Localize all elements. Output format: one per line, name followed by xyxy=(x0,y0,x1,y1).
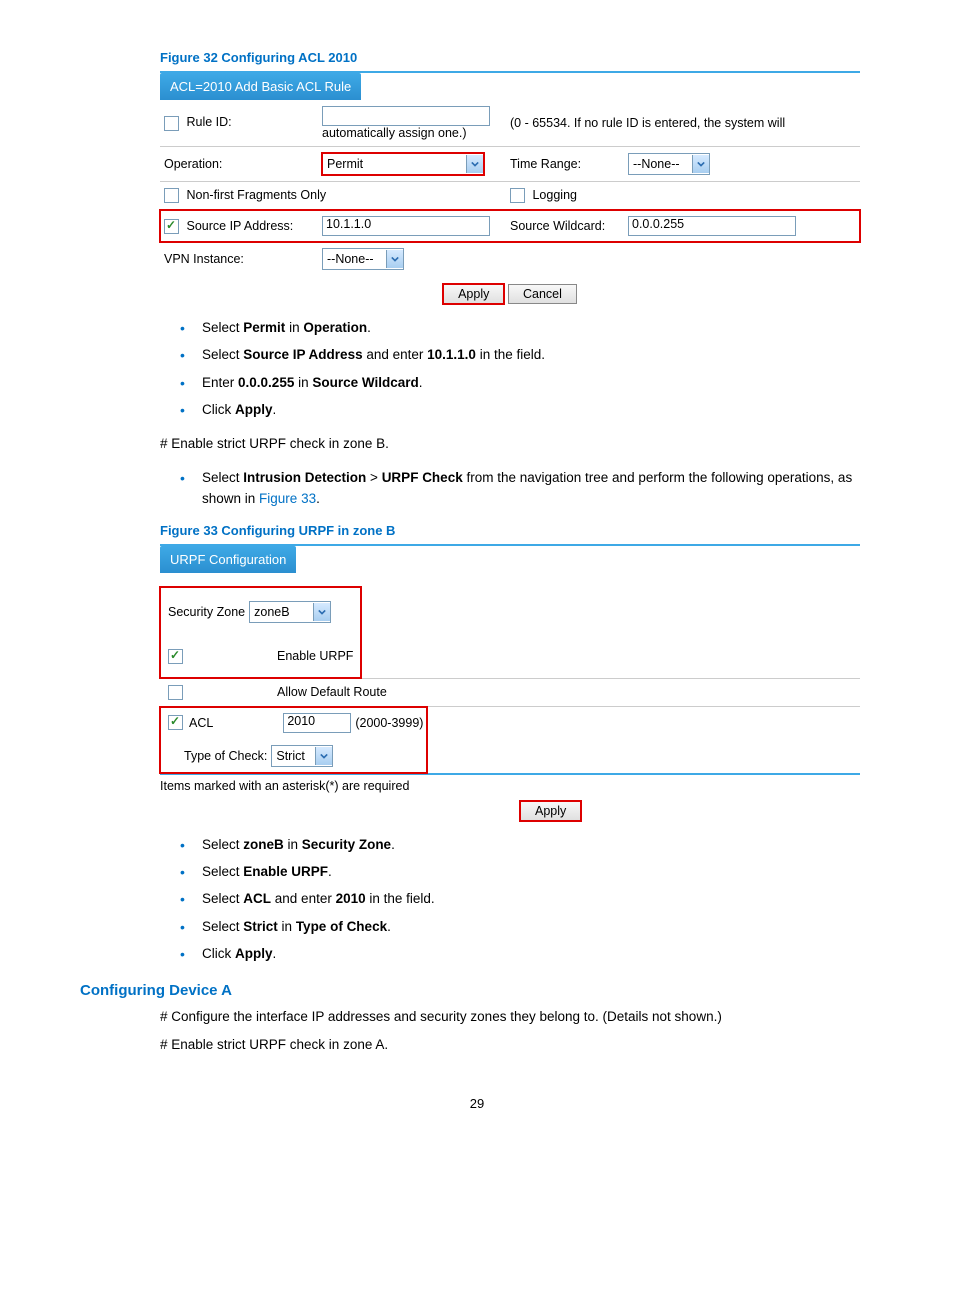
type-check-label: Type of Check: xyxy=(184,749,267,763)
acl-checkbox[interactable] xyxy=(168,715,183,730)
operation-select[interactable]: Permit xyxy=(322,153,484,175)
time-range-select[interactable]: --None-- xyxy=(628,153,710,175)
instruction-list-1: Select Permit in Operation. Select Sourc… xyxy=(180,318,874,420)
acl-tab: ACL=2010 Add Basic ACL Rule xyxy=(160,73,361,100)
time-range-label: Time Range: xyxy=(510,157,581,171)
chevron-down-icon xyxy=(386,250,403,268)
rule-id-hint1: (0 - 65534. If no rule ID is entered, th… xyxy=(510,116,785,130)
paragraph-urpf-b: # Enable strict URPF check in zone B. xyxy=(160,434,874,454)
acl-label: ACL xyxy=(189,716,213,730)
paragraph-config-interface: # Configure the interface IP addresses a… xyxy=(160,1007,874,1027)
chevron-down-icon xyxy=(313,603,330,621)
rule-id-input[interactable] xyxy=(322,106,490,126)
figure-33-screenshot: URPF Configuration Security Zone zoneB E… xyxy=(160,544,860,821)
acl-hint: (2000-3999) xyxy=(355,716,423,730)
operation-label: Operation: xyxy=(164,157,222,171)
logging-checkbox[interactable] xyxy=(510,188,525,203)
chevron-down-icon xyxy=(315,747,332,765)
seczone-select[interactable]: zoneB xyxy=(249,601,331,623)
enable-urpf-checkbox[interactable] xyxy=(168,649,183,664)
enable-urpf-label: Enable URPF xyxy=(277,649,353,663)
figure-32-screenshot: ACL=2010 Add Basic ACL Rule Rule ID: aut… xyxy=(160,71,860,304)
figure-33-link[interactable]: Figure 33 xyxy=(259,491,316,506)
nonfirst-checkbox[interactable] xyxy=(164,188,179,203)
acl-input[interactable]: 2010 xyxy=(283,713,351,733)
srcip-input[interactable]: 10.1.1.0 xyxy=(322,216,490,236)
required-note: Items marked with an asterisk(*) are req… xyxy=(160,779,860,793)
instruction-list-3: Select zoneB in Security Zone. Select En… xyxy=(180,835,874,964)
rule-id-label: Rule ID: xyxy=(186,115,231,129)
cancel-button[interactable]: Cancel xyxy=(508,284,577,304)
figure-33-caption: Figure 33 Configuring URPF in zone B xyxy=(160,523,874,538)
vpn-select[interactable]: --None-- xyxy=(322,248,404,270)
seczone-label: Security Zone xyxy=(168,605,245,619)
chevron-down-icon xyxy=(466,155,483,173)
vpn-label: VPN Instance: xyxy=(164,252,244,266)
urpf-apply-button[interactable]: Apply xyxy=(520,801,581,821)
srcip-checkbox[interactable] xyxy=(164,219,179,234)
rule-id-checkbox[interactable] xyxy=(164,116,179,131)
type-check-select[interactable]: Strict xyxy=(271,745,333,767)
instruction-list-2: Select Intrusion Detection > URPF Check … xyxy=(180,468,874,509)
logging-label: Logging xyxy=(532,188,577,202)
apply-button[interactable]: Apply xyxy=(443,284,504,304)
rule-id-hint2: automatically assign one.) xyxy=(322,126,467,140)
srcwild-input[interactable]: 0.0.0.255 xyxy=(628,216,796,236)
configuring-device-a-heading: Configuring Device A xyxy=(80,982,874,999)
chevron-down-icon xyxy=(692,155,709,173)
nonfirst-label: Non-first Fragments Only xyxy=(186,188,326,202)
srcip-label: Source IP Address: xyxy=(186,219,293,233)
urpf-tab: URPF Configuration xyxy=(160,546,296,573)
srcwild-label: Source Wildcard: xyxy=(510,219,605,233)
allow-default-checkbox[interactable] xyxy=(168,685,183,700)
paragraph-urpf-a: # Enable strict URPF check in zone A. xyxy=(160,1035,874,1055)
figure-32-caption: Figure 32 Configuring ACL 2010 xyxy=(160,50,874,65)
allow-default-label: Allow Default Route xyxy=(277,685,387,699)
page-number: 29 xyxy=(80,1096,874,1111)
